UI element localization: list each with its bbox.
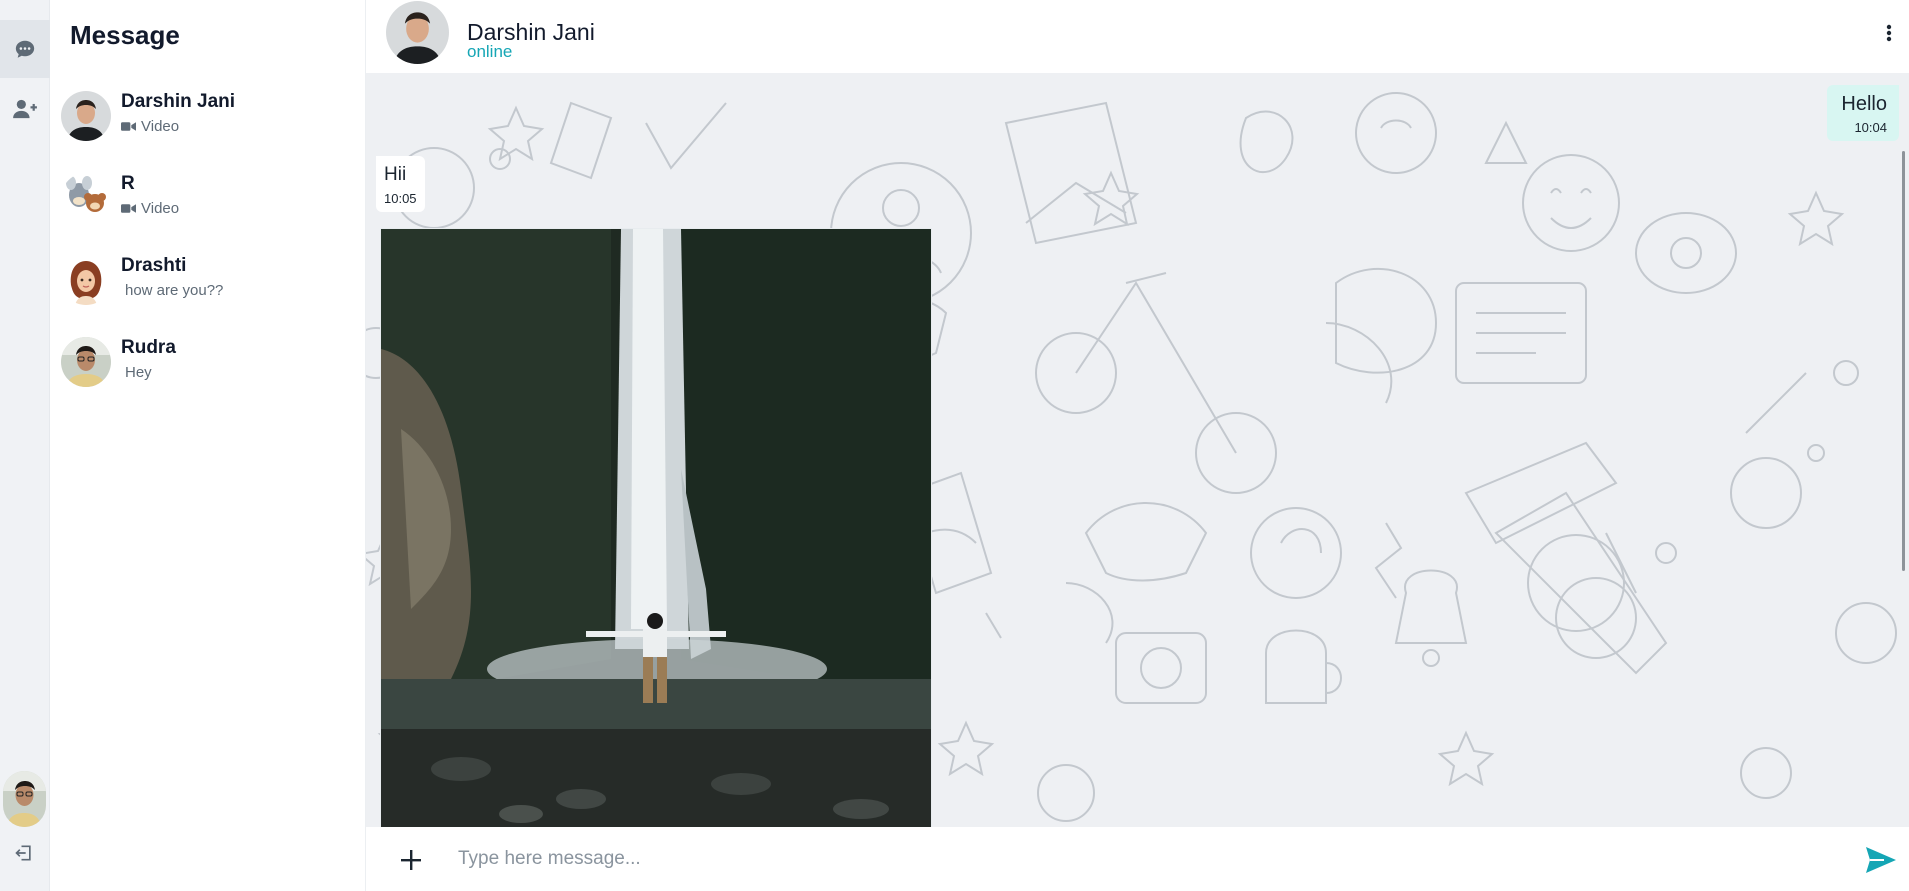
contact-name: Drashti bbox=[121, 255, 187, 276]
logout-icon bbox=[15, 845, 31, 861]
message-time: 10:05 bbox=[384, 191, 417, 206]
add-contact-nav-button[interactable] bbox=[0, 80, 50, 138]
contact-item-drashti[interactable]: Drashti how are you?? bbox=[50, 247, 366, 321]
avatar bbox=[61, 255, 111, 305]
chat-contact-status: online bbox=[467, 42, 513, 61]
contact-name: R bbox=[121, 173, 135, 194]
message-time: 10:04 bbox=[1854, 120, 1887, 135]
chat-panel: Darshin Jani online Hello 10:04 Hii 10:0… bbox=[366, 0, 1909, 891]
video-icon bbox=[121, 122, 136, 131]
attach-button[interactable] bbox=[394, 843, 428, 877]
contact-name: Rudra bbox=[121, 337, 176, 358]
contact-preview: Hey bbox=[121, 364, 152, 381]
contact-item-darshin-jani[interactable]: Darshin Jani Video bbox=[50, 83, 366, 157]
contact-item-r[interactable]: R Video bbox=[50, 165, 366, 239]
plus-icon bbox=[401, 850, 421, 870]
chat-icon bbox=[15, 40, 35, 58]
send-icon bbox=[1866, 847, 1896, 873]
chats-nav-button[interactable] bbox=[0, 20, 50, 78]
contact-preview: Video bbox=[121, 200, 179, 217]
avatar bbox=[61, 173, 111, 223]
message-input[interactable] bbox=[458, 839, 1778, 879]
outgoing-message[interactable]: Hello 10:04 bbox=[1827, 85, 1899, 141]
incoming-message[interactable]: Hii 10:05 bbox=[376, 156, 425, 212]
contact-preview-text: Video bbox=[141, 118, 180, 135]
contact-preview-text: Hey bbox=[125, 364, 152, 381]
contacts-sidebar: Message Darshin Jani Video R Video Drash… bbox=[50, 0, 366, 891]
nav-rail bbox=[0, 0, 50, 891]
message-text: Hii bbox=[384, 164, 407, 185]
sidebar-title: Message bbox=[70, 20, 180, 50]
message-area[interactable]: Hello 10:04 Hii 10:05 bbox=[366, 73, 1909, 827]
chat-header: Darshin Jani online bbox=[366, 0, 1909, 73]
contact-preview-text: Video bbox=[141, 200, 180, 217]
scrollbar[interactable] bbox=[1902, 151, 1905, 571]
more-vertical-icon bbox=[1886, 24, 1892, 42]
image-message[interactable] bbox=[380, 228, 932, 827]
chat-menu-button[interactable] bbox=[1879, 20, 1899, 46]
add-user-icon bbox=[13, 99, 37, 119]
contact-name: Darshin Jani bbox=[121, 91, 236, 112]
contact-item-rudra[interactable]: Rudra Hey bbox=[50, 329, 366, 403]
contact-preview: Video bbox=[121, 118, 179, 135]
profile-avatar[interactable] bbox=[3, 771, 46, 827]
contact-preview: how are you?? bbox=[121, 282, 223, 299]
chat-contact-avatar[interactable] bbox=[386, 1, 449, 64]
waterfall-photo bbox=[381, 229, 931, 827]
avatar bbox=[61, 337, 111, 387]
video-icon bbox=[121, 204, 136, 213]
contact-preview-text: how are you?? bbox=[125, 282, 224, 299]
message-text: Hello bbox=[1841, 93, 1887, 115]
message-composer bbox=[366, 827, 1909, 891]
send-button[interactable] bbox=[1863, 843, 1899, 877]
avatar bbox=[61, 91, 111, 141]
logout-button[interactable] bbox=[7, 840, 41, 866]
